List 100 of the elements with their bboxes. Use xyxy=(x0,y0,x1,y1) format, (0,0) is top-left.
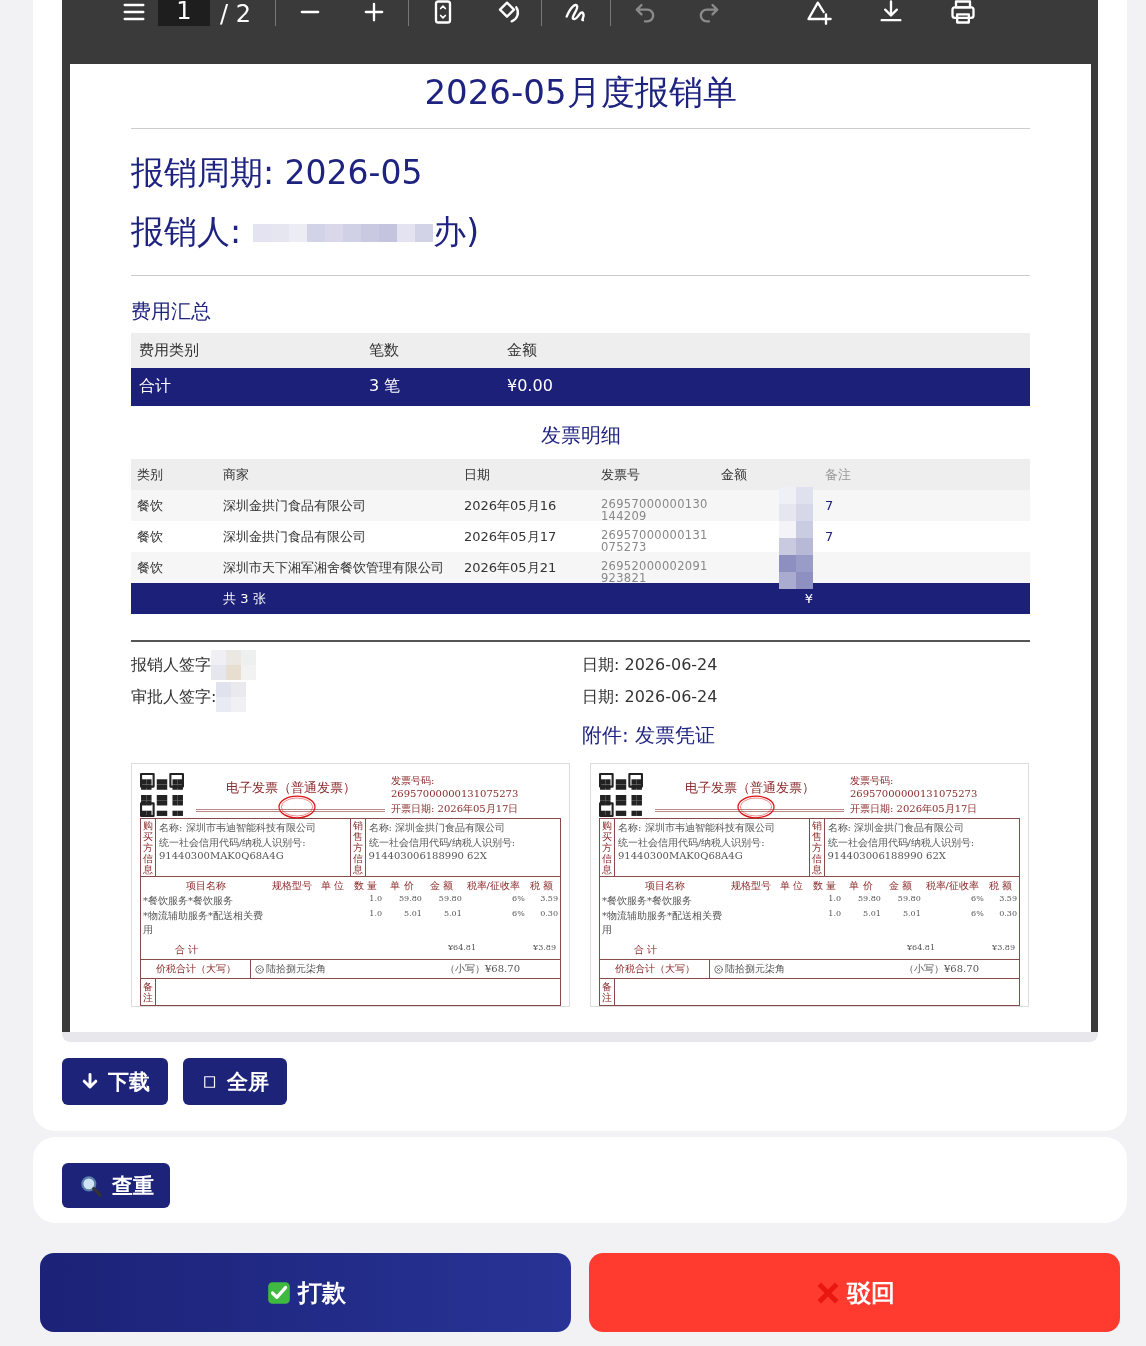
table-cell-text: 7 xyxy=(824,497,835,515)
column-header: 类别 xyxy=(136,465,164,484)
circled-x-icon xyxy=(714,964,723,974)
invoice-column-header: 单 价 xyxy=(848,879,874,893)
invoice-title: 电子发票（普通发票） xyxy=(225,779,356,795)
pixelated-patch xyxy=(211,650,256,680)
invoice-item-cell-text: 6% xyxy=(970,894,984,905)
invoice-column-header: 单 位 xyxy=(319,879,345,893)
invoice-item-cell-text: 5.01 xyxy=(442,909,462,920)
total-cell: 合计 xyxy=(131,368,361,406)
invoice-item-cell-text: 6% xyxy=(970,909,984,920)
section-title: 发票明细 xyxy=(539,422,622,449)
invoice-item-cell-text: 1.0 xyxy=(827,909,842,920)
reject-button[interactable]: 驳回 xyxy=(589,1253,1120,1332)
invoice-date: 开票日期: 2026年05月17日 xyxy=(391,802,520,816)
seller-side-label: 销售方信息 xyxy=(350,819,366,876)
invoice-column-header: 数 量 xyxy=(811,879,837,893)
invoice-item-cell-text: 6% xyxy=(511,909,525,920)
table-cell-text: 26952000002091923821 xyxy=(600,558,709,583)
invoice-item-cell-text: 1.0 xyxy=(827,894,842,905)
qr-code-icon xyxy=(140,773,184,817)
page-total: / 2 xyxy=(220,0,251,28)
buyer-name: 名称: 深圳市韦迪智能科技有限公司 xyxy=(159,821,317,835)
fullscreen-button[interactable]: 全屏 xyxy=(183,1058,287,1105)
invoice-column-header: 金 额 xyxy=(888,879,914,893)
total-tax: ¥3.89 xyxy=(991,943,1015,954)
invoice-item-cell-text: 1.0 xyxy=(368,894,383,905)
buyer-side-label: 购买方信息 xyxy=(141,819,156,876)
invoice-date: 开票日期: 2026年05月17日 xyxy=(850,802,979,816)
signature-date: 日期: 2026-06-24 xyxy=(582,654,718,676)
table-cell-text: 餐饮 xyxy=(136,496,164,515)
table-cell-text: 深圳市天下湘军湘舍餐饮管理有限公司 xyxy=(222,558,445,577)
total-label: 合 计 xyxy=(633,943,659,957)
invoice-column-header: 规格型号 xyxy=(271,879,314,893)
period-heading: 报销周期: 2026-05 xyxy=(131,152,424,194)
sum-label: 价税合计（大写） xyxy=(600,960,710,978)
signature-label: 审批人签字: xyxy=(131,686,217,708)
total-amount: ¥64.81 xyxy=(447,943,476,954)
document-title: 2026-05月度报销单 xyxy=(131,64,1030,129)
invoice-column-header: 单 价 xyxy=(389,879,415,893)
table-cell-text: 26957000000131075273 xyxy=(600,527,709,552)
column-header: 商家 xyxy=(222,465,250,484)
pixelated-patch xyxy=(216,682,247,712)
seller-tax-id: 统一社会信用代码/纳税人识别号: 914403006188990 62X xyxy=(827,836,976,861)
sum-in-figures: （小写）¥68.70 xyxy=(445,962,520,976)
table-cell-text: 2026年05月17 xyxy=(463,527,558,546)
sum-in-words: 陆拾捌元柒角 xyxy=(266,962,326,976)
seller-name: 名称: 深圳金拱门食品有限公司 xyxy=(368,821,507,835)
total-cell: ¥0.00 xyxy=(499,368,1030,406)
invoice-item-cell-text: 0.30 xyxy=(998,909,1017,920)
table-cell-text: 7 xyxy=(824,528,835,546)
invoice-item-cell-text: 59.80 xyxy=(856,894,881,905)
invoice-item-cell-text: 59.80 xyxy=(896,894,921,905)
remarks-label: 备注 xyxy=(600,979,615,1005)
invoice-item-cell-text: *餐饮服务*餐饮服务 xyxy=(602,894,693,908)
attachments-title: 附件: 发票凭证 xyxy=(582,722,717,749)
table-cell-text: 深圳金拱门食品有限公司 xyxy=(222,527,367,546)
invoice-column-header: 规格型号 xyxy=(730,879,773,893)
seller-tax-id: 统一社会信用代码/纳税人识别号: 914403006188990 62X xyxy=(368,836,517,861)
invoice-column-header: 税 额 xyxy=(987,879,1013,893)
column-header: 金额 xyxy=(499,333,1030,368)
invoice-number: 发票号码: 26957000000131075273 xyxy=(391,774,520,799)
remarks-label: 备注 xyxy=(141,979,156,1005)
invoice-item-cell-text: 5.01 xyxy=(862,909,881,920)
column-header: 费用类别 xyxy=(131,333,361,368)
check-icon xyxy=(265,1279,292,1306)
invoice-item-cell-text: 3.59 xyxy=(539,894,558,905)
pay-button[interactable]: 打款 xyxy=(40,1253,571,1332)
sum-in-figures: （小写）¥68.70 xyxy=(904,962,979,976)
table-cell-text: 2026年05月16 xyxy=(463,496,558,515)
buyer-tax-id: 统一社会信用代码/纳税人识别号: 91440300MAK0Q68A4G xyxy=(618,836,766,861)
invoice-item-cell-text: 59.80 xyxy=(397,894,422,905)
total-cell: 3 笔 xyxy=(361,368,499,406)
invoice-title: 电子发票（普通发票） xyxy=(684,779,815,795)
seller-name: 名称: 深圳金拱门食品有限公司 xyxy=(827,821,966,835)
invoice-column-header: 单 位 xyxy=(778,879,804,893)
column-header: 笔数 xyxy=(361,333,499,368)
total-label: 合 计 xyxy=(174,943,200,957)
table-cell-text: 26957000000130144209 xyxy=(600,496,709,521)
download-button[interactable]: 下载 xyxy=(62,1058,168,1105)
invoice-item-cell-text: *物流辅助服务*配送相关费用 xyxy=(143,909,264,937)
invoice-item-cell-text: 5.01 xyxy=(901,909,921,920)
column-header: 日期 xyxy=(463,465,491,484)
signature-label: 报销人签字 xyxy=(131,654,211,676)
footer-count: 共 3 张 xyxy=(222,589,267,608)
table-cell-text: 深圳金拱门食品有限公司 xyxy=(222,496,367,515)
page-number-field[interactable]: 1 xyxy=(158,0,210,26)
column-header: 备注 xyxy=(824,465,852,484)
invoice-item-cell-text: *餐饮服务*餐饮服务 xyxy=(143,894,234,908)
column-header: 发票号 xyxy=(600,465,641,484)
invoice-column-header: 数 量 xyxy=(352,879,378,893)
sum-label: 价税合计（大写） xyxy=(141,960,251,978)
claimant-name: 办) xyxy=(433,211,479,253)
duplicate-check-button[interactable]: 查重 xyxy=(62,1163,170,1208)
footer-amount: ¥ xyxy=(804,591,813,606)
buyer-tax-id: 统一社会信用代码/纳税人识别号: 91440300MAK0Q68A4G xyxy=(159,836,307,861)
table-cell-text: 餐饮 xyxy=(136,558,164,577)
invoice-item-cell-text: 3.59 xyxy=(998,894,1017,905)
buyer-side-label: 购买方信息 xyxy=(600,819,615,876)
seller-side-label: 销售方信息 xyxy=(809,819,825,876)
